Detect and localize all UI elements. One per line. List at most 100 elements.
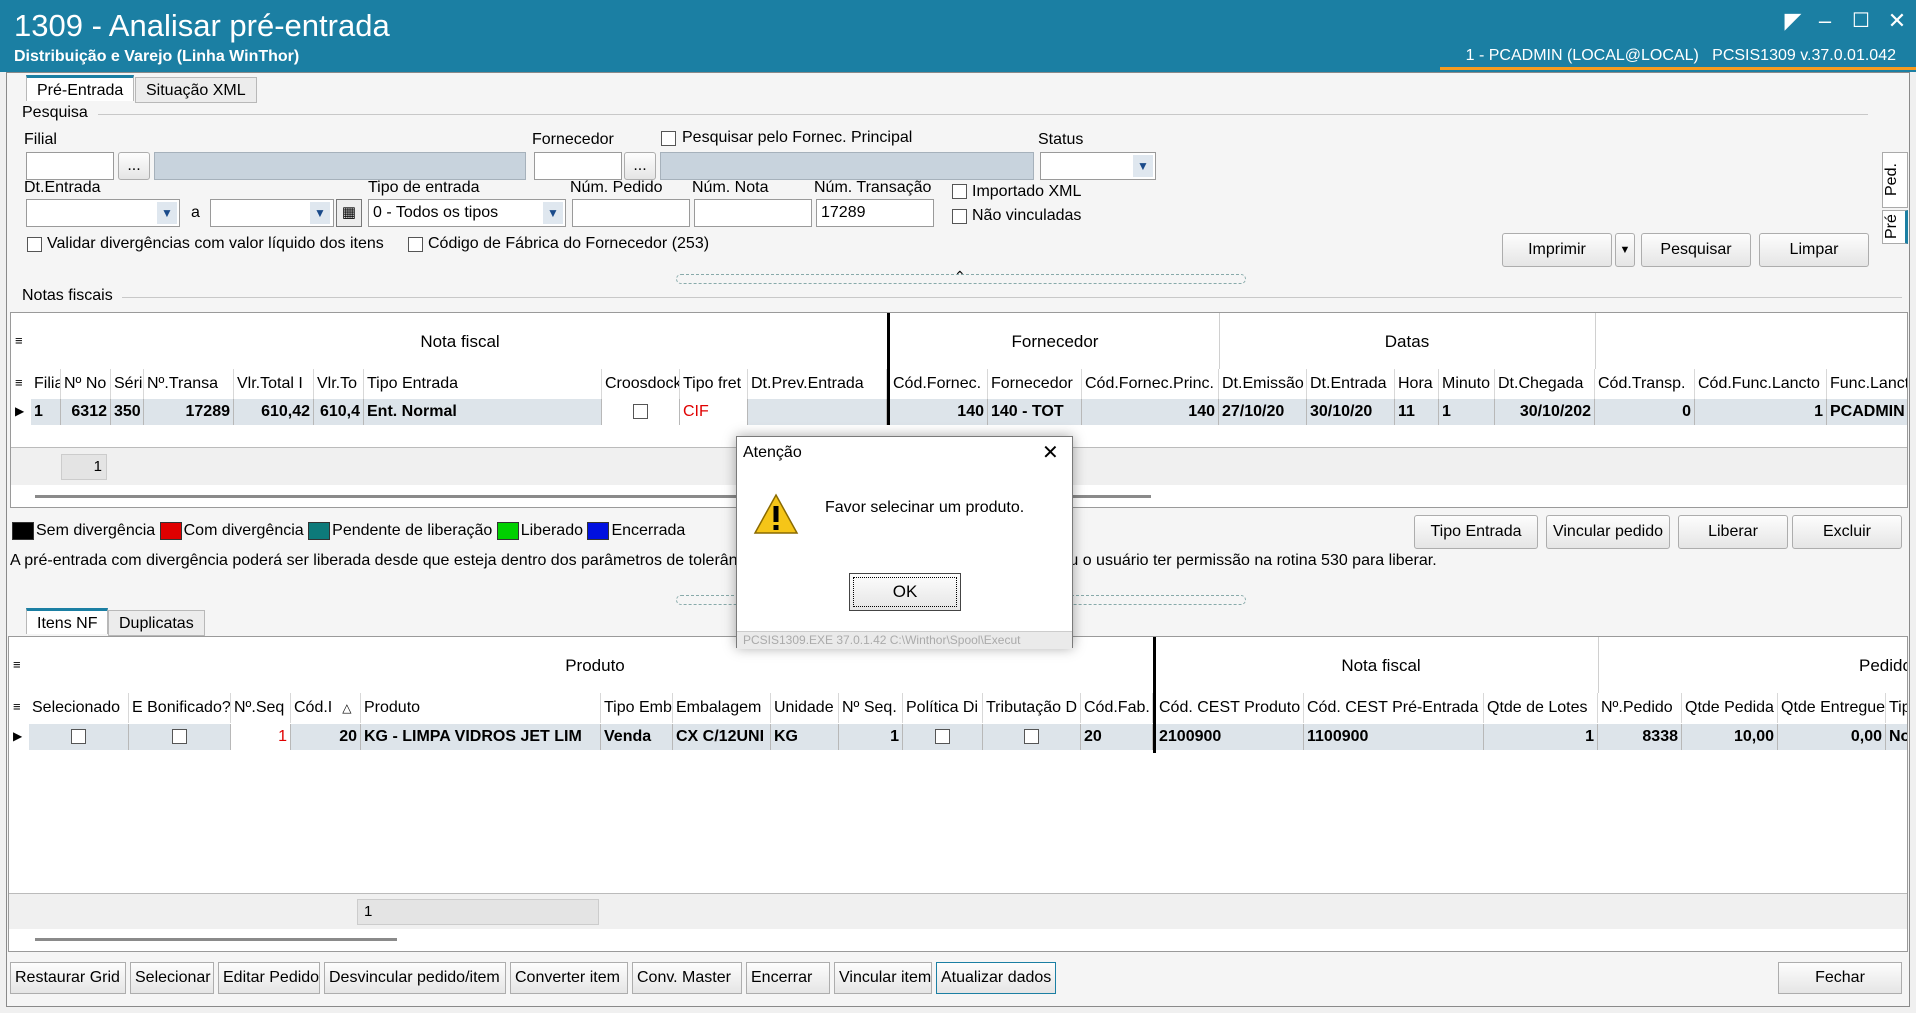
cell[interactable]: 610,42 — [234, 399, 314, 425]
col-header[interactable]: Filia — [31, 369, 61, 399]
num-pedido-input[interactable] — [572, 199, 690, 227]
side-tab-pre[interactable]: Pré — [1882, 210, 1908, 244]
cell[interactable]: Venda — [601, 724, 673, 750]
cell[interactable]: KG — [771, 724, 839, 750]
horizontal-scrollbar[interactable] — [35, 938, 397, 941]
col-header[interactable]: Embalagem — [673, 693, 771, 723]
col-header[interactable]: Tributação D — [983, 693, 1081, 723]
conv-master-button[interactable]: Conv. Master — [632, 962, 742, 994]
cell[interactable]: 6312 — [61, 399, 111, 425]
cell[interactable]: 10,00 — [1682, 724, 1778, 750]
col-header[interactable]: Cód. CEST Produto — [1156, 693, 1304, 723]
cell[interactable]: 1 — [1439, 399, 1495, 425]
cell[interactable]: 0 — [1595, 399, 1695, 425]
filial-input[interactable] — [26, 152, 114, 180]
cell[interactable] — [602, 399, 680, 425]
cell[interactable]: 140 - TOT — [988, 399, 1082, 425]
fornecedor-lookup-button[interactable]: ... — [624, 152, 656, 180]
cell[interactable]: 30/10/20 — [1307, 399, 1395, 425]
col-header[interactable]: Vlr.Total I — [234, 369, 314, 399]
cell[interactable]: 20 — [1081, 724, 1153, 750]
cell[interactable] — [748, 399, 887, 425]
col-header[interactable]: Cód.Transp. — [1595, 369, 1695, 399]
calendar-icon[interactable]: ▦ — [336, 199, 362, 227]
cell[interactable]: 1 — [839, 724, 903, 750]
cell[interactable]: 8338 — [1598, 724, 1682, 750]
selecionado-checkbox[interactable] — [71, 729, 86, 744]
politica-checkbox[interactable] — [935, 729, 950, 744]
cell[interactable] — [903, 724, 983, 750]
side-tab-ped[interactable]: Ped. — [1882, 152, 1908, 208]
restore-size-icon[interactable]: ◤ — [1780, 8, 1806, 34]
filial-lookup-button[interactable]: ... — [118, 152, 150, 180]
col-header[interactable]: Dt.Emissão — [1219, 369, 1307, 399]
cell[interactable]: 1 — [1484, 724, 1598, 750]
cell[interactable] — [129, 724, 231, 750]
importado-xml-checkbox[interactable] — [952, 184, 967, 199]
num-nota-input[interactable] — [694, 199, 812, 227]
tab-situacao-xml[interactable]: Situação XML — [135, 77, 257, 103]
cell[interactable]: 2100900 — [1156, 724, 1304, 750]
imprimir-button[interactable]: Imprimir — [1502, 233, 1612, 267]
col-header[interactable]: Tipo Entrada — [364, 369, 602, 399]
bonificado-checkbox[interactable] — [172, 729, 187, 744]
tributacao-checkbox[interactable] — [1024, 729, 1039, 744]
col-header[interactable]: Dt.Chegada — [1495, 369, 1595, 399]
validar-divergencias-checkbox[interactable] — [27, 237, 42, 252]
encerrar-button[interactable]: Encerrar — [746, 962, 830, 994]
status-dropdown-icon[interactable]: ▼ — [1133, 155, 1153, 177]
grid-columns-icon[interactable]: ≡ — [13, 657, 21, 672]
vincular-item-button[interactable]: Vincular item — [834, 962, 932, 994]
col-header[interactable]: Unidade — [771, 693, 839, 723]
tab-itens-nf[interactable]: Itens NF — [26, 608, 109, 634]
ok-button[interactable]: OK — [849, 573, 961, 611]
tab-duplicatas[interactable]: Duplicatas — [108, 610, 205, 636]
imprimir-dropdown-icon[interactable]: ▼ — [1615, 233, 1635, 267]
col-header[interactable]: Produto — [361, 693, 601, 723]
col-header[interactable]: Nº Seq. — [839, 693, 903, 723]
grid-columns-icon[interactable]: ≡ — [13, 699, 21, 714]
col-header[interactable]: Cód.I △ — [291, 693, 361, 723]
col-header[interactable]: Séri — [111, 369, 144, 399]
col-header[interactable]: Nº No — [61, 369, 111, 399]
col-header[interactable]: Qtde de Lotes — [1484, 693, 1598, 723]
cell[interactable] — [29, 724, 129, 750]
tipo-entrada-button[interactable]: Tipo Entrada — [1414, 515, 1538, 549]
col-header[interactable]: Nº.Transa — [144, 369, 234, 399]
editar-pedido-button[interactable]: Editar Pedido — [218, 962, 320, 994]
dt-entrada-start-dropdown-icon[interactable]: ▼ — [157, 202, 177, 224]
col-header[interactable]: Qtde Entregue — [1778, 693, 1886, 723]
col-header[interactable]: Qtde Pedida — [1682, 693, 1778, 723]
dialog-close-icon[interactable]: ✕ — [1042, 440, 1059, 465]
grid-columns-icon[interactable]: ≡ — [15, 333, 23, 348]
cell[interactable]: 140 — [1082, 399, 1219, 425]
col-header[interactable]: Cód. CEST Pré-Entrada — [1304, 693, 1484, 723]
cell[interactable]: 1 — [1695, 399, 1827, 425]
pesquisar-fornec-checkbox[interactable] — [661, 131, 676, 146]
col-header[interactable]: Dt.Entrada — [1307, 369, 1395, 399]
col-header[interactable]: Minuto — [1439, 369, 1495, 399]
col-header[interactable]: Vlr.To — [314, 369, 364, 399]
croosdock-checkbox[interactable] — [633, 404, 648, 419]
atualizar-dados-button[interactable]: Atualizar dados — [936, 962, 1056, 994]
cell[interactable]: 30/10/202 — [1495, 399, 1595, 425]
close-icon[interactable]: ✕ — [1884, 8, 1910, 34]
col-header[interactable]: Selecionado — [29, 693, 129, 723]
pesquisar-button[interactable]: Pesquisar — [1641, 233, 1751, 267]
col-header[interactable]: Dt.Prev.Entrada — [748, 369, 887, 399]
vincular-pedido-button[interactable]: Vincular pedido — [1546, 515, 1670, 549]
cod-fabrica-checkbox[interactable] — [408, 237, 423, 252]
tipo-entrada-dropdown-icon[interactable]: ▼ — [543, 202, 563, 224]
col-header[interactable]: Nº.Pedido — [1598, 693, 1682, 723]
cell[interactable]: 1 — [31, 399, 61, 425]
nao-vinculadas-checkbox[interactable] — [952, 209, 967, 224]
cell[interactable]: 0,00 — [1778, 724, 1886, 750]
restaurar-grid-button[interactable]: Restaurar Grid — [10, 962, 126, 994]
cell[interactable]: 610,4 — [314, 399, 364, 425]
col-header[interactable]: E Bonificado? — [129, 693, 231, 723]
tipo-entrada-select[interactable]: 0 - Todos os tipos — [368, 199, 566, 227]
limpar-button[interactable]: Limpar — [1759, 233, 1869, 267]
col-header[interactable]: Croosdock — [602, 369, 680, 399]
cell[interactable]: 20 — [291, 724, 361, 750]
col-header[interactable]: Tipo — [1886, 693, 1907, 723]
